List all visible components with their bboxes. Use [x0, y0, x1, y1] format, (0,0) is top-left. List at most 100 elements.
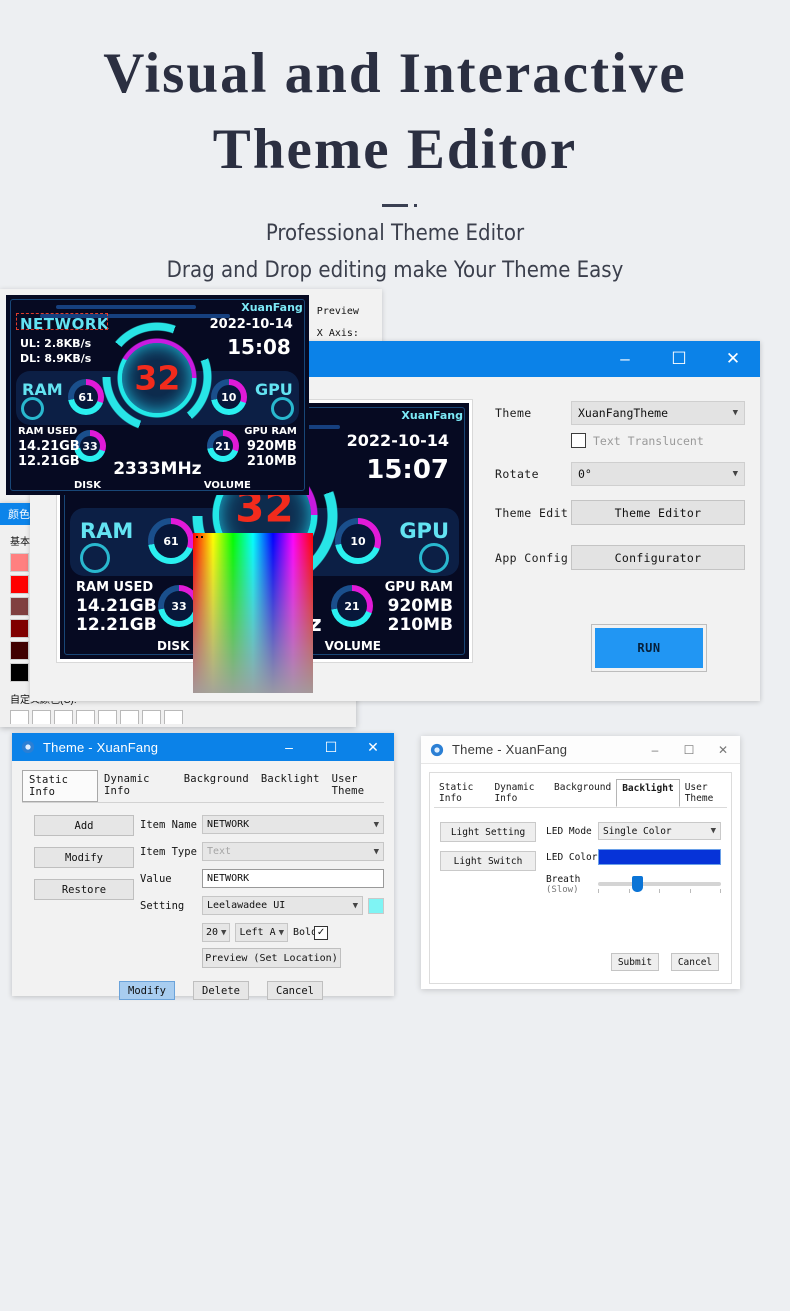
custom-colors-grid[interactable] — [10, 710, 183, 724]
editor-action-buttons: Add Modify Restore — [22, 815, 134, 968]
preview-hud-time: 15:08 — [227, 335, 291, 359]
value-input[interactable]: NETWORK — [202, 869, 384, 888]
title-divider — [382, 204, 417, 207]
gauge-value: 33 — [82, 439, 98, 453]
app-logo-icon — [430, 743, 444, 756]
hud-ram-gauge: 61 — [148, 518, 194, 564]
tab-backlight[interactable]: Backlight — [616, 779, 680, 807]
custom-color-slot[interactable] — [54, 710, 73, 724]
preview-hud-disk-label: DISK — [74, 480, 101, 491]
text-color-swatch[interactable] — [368, 897, 384, 914]
restore-button[interactable]: Restore — [34, 879, 134, 900]
rotate-select[interactable]: 0° ▼ — [571, 462, 745, 486]
editor-tab-bar: Static Info Dynamic Info Background Back… — [22, 770, 394, 802]
editor-form: Item Name NETWORK ▼ Item Type Text ▼ Val… — [134, 815, 384, 968]
custom-color-slot[interactable] — [164, 710, 183, 724]
breath-slider-ticks — [598, 889, 721, 893]
color-cursor-icon — [196, 536, 203, 540]
text-translucent-row[interactable]: Text Translucent — [571, 433, 745, 448]
preview-hud-upload: UL: 2.8KB/s — [20, 337, 92, 350]
light-switch-button[interactable]: Light Switch — [440, 851, 536, 871]
tab-user-theme[interactable]: User Theme — [326, 770, 394, 802]
page-title-line-2: Theme Editor — [212, 118, 578, 181]
font-family-select[interactable]: Leelawadee UI ▼ — [202, 896, 363, 915]
chevron-down-icon: ▼ — [221, 927, 227, 938]
add-button[interactable]: Add — [34, 815, 134, 836]
item-name-value: NETWORK — [207, 819, 250, 830]
led-mode-value: Single Color — [603, 825, 672, 837]
font-options-row: 20 ▼ Left A ▼ Bold ✓ — [202, 923, 384, 942]
run-button[interactable]: RUN — [595, 628, 703, 668]
hud-volume-label: VOLUME — [324, 639, 381, 653]
font-size-value: 20 — [206, 927, 219, 938]
font-size-select[interactable]: 20 ▼ — [202, 923, 231, 942]
color-swatch[interactable] — [10, 663, 29, 682]
alignment-select[interactable]: Left A ▼ — [235, 923, 289, 942]
hud-ram-gauge-value: 61 — [163, 534, 179, 548]
color-swatch[interactable] — [10, 575, 29, 594]
color-swatch[interactable] — [10, 641, 29, 660]
chevron-down-icon: ▼ — [352, 900, 358, 911]
close-button[interactable]: ✕ — [706, 341, 760, 377]
custom-color-slot[interactable] — [10, 710, 29, 724]
led-mode-label: LED Mode — [546, 825, 592, 837]
tab-background[interactable]: Background — [549, 779, 616, 807]
footer-cancel-button[interactable]: Cancel — [267, 981, 323, 1000]
configurator-button[interactable]: Configurator — [571, 545, 745, 570]
maximize-button[interactable]: ☐ — [672, 737, 706, 763]
preview-set-location-button[interactable]: Preview (Set Location) — [202, 948, 341, 968]
font-family-value: Leelawadee UI — [207, 900, 286, 911]
chevron-down-icon: ▼ — [278, 927, 285, 938]
modify-button[interactable]: Modify — [34, 847, 134, 868]
theme-editor-button[interactable]: Theme Editor — [571, 500, 745, 525]
hud-cog-right-icon — [270, 397, 294, 420]
tab-backlight[interactable]: Backlight — [255, 770, 326, 802]
maximize-button[interactable]: ☐ — [310, 733, 352, 761]
tab-dynamic-info[interactable]: Dynamic Info — [489, 779, 549, 807]
tab-dynamic-info[interactable]: Dynamic Info — [98, 770, 178, 802]
custom-color-slot[interactable] — [32, 710, 51, 724]
maximize-button[interactable]: ☐ — [652, 341, 706, 377]
custom-color-slot[interactable] — [142, 710, 161, 724]
custom-color-slot[interactable] — [120, 710, 139, 724]
saturation-hue-field[interactable] — [193, 533, 313, 693]
preview-hud-display[interactable]: XuanFang 32 61 10 33 21 NETWORK UL: 2.8K… — [6, 295, 309, 495]
minimize-button[interactable]: – — [268, 733, 310, 761]
custom-color-slot[interactable] — [76, 710, 95, 724]
chevron-down-icon: ▼ — [732, 408, 738, 418]
footer-delete-button[interactable]: Delete — [193, 981, 249, 1000]
color-swatch[interactable] — [10, 619, 29, 638]
custom-color-slot[interactable] — [98, 710, 117, 724]
preview-hud-ram-total: 14.21GB — [18, 439, 80, 454]
cancel-button[interactable]: Cancel — [671, 953, 719, 971]
tab-static-info[interactable]: Static Info — [434, 779, 489, 807]
alignment-value: Left A — [239, 927, 276, 938]
led-mode-select[interactable]: Single Color ▼ — [598, 822, 721, 840]
minimize-button[interactable]: – — [638, 737, 672, 763]
color-swatch[interactable] — [10, 553, 29, 572]
theme-select[interactable]: XuanFangTheme ▼ — [571, 401, 745, 425]
bold-checkbox[interactable]: ✓ — [314, 925, 329, 940]
tab-static-info[interactable]: Static Info — [22, 770, 99, 802]
breath-slider[interactable] — [598, 874, 721, 894]
text-translucent-checkbox[interactable] — [571, 433, 586, 448]
theme-select-value: XuanFangTheme — [578, 406, 669, 420]
item-name-select[interactable]: NETWORK ▼ — [202, 815, 384, 834]
footer-modify-button[interactable]: Modify — [119, 981, 175, 1000]
color-swatch[interactable] — [10, 597, 29, 616]
tab-background[interactable]: Background — [178, 770, 255, 802]
page-title: Visual and Interactive Theme Editor — [45, 36, 745, 188]
light-setting-button[interactable]: Light Setting — [440, 822, 536, 842]
tab-user-theme[interactable]: User Theme — [680, 779, 731, 807]
minimize-button[interactable]: – — [598, 341, 652, 377]
close-button[interactable]: ✕ — [352, 733, 394, 761]
close-button[interactable]: ✕ — [706, 737, 740, 763]
submit-button[interactable]: Submit — [611, 953, 659, 971]
selection-outline[interactable] — [16, 313, 108, 330]
preview-hud-download: DL: 8.9KB/s — [20, 352, 92, 365]
gauge-value: 61 — [78, 390, 94, 404]
run-button-frame: RUN — [591, 624, 707, 672]
hud-disk-label: DISK — [157, 639, 190, 653]
led-color-swatch[interactable] — [598, 849, 721, 865]
preview-title: Preview — [316, 306, 359, 317]
